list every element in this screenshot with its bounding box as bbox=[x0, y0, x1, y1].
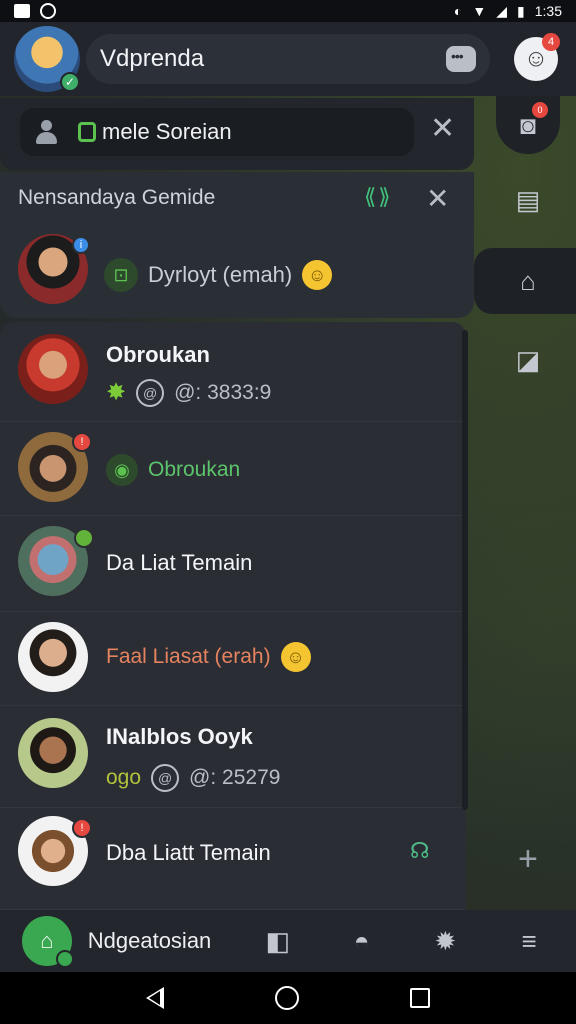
recents-icon[interactable] bbox=[410, 988, 431, 1008]
rail-home-button[interactable]: ⌂ bbox=[496, 249, 560, 313]
notification-icon bbox=[14, 4, 30, 18]
list-item[interactable]: Faal Liasat (erah) ☺ bbox=[0, 612, 466, 706]
user-icon bbox=[34, 120, 58, 144]
friends-list: Obroukan ✸ @ @: 3833:9 ! ◉ Obroukan Da L… bbox=[0, 322, 466, 910]
call-icon[interactable]: ☊ bbox=[410, 838, 430, 864]
profile-icon[interactable]: ◓ bbox=[337, 921, 387, 961]
avatar bbox=[18, 622, 88, 692]
rail-list-button[interactable]: ▤ bbox=[496, 168, 560, 232]
smile-emoji-icon: ☺ bbox=[280, 642, 311, 672]
home-tab-button[interactable]: ⌂ bbox=[22, 916, 74, 968]
clock: 1:35 bbox=[534, 3, 562, 19]
list-item-name: Faal Liasat (erah) bbox=[106, 645, 271, 668]
game-icon: ⊡ bbox=[104, 258, 138, 292]
search-input[interactable]: mele Soreian bbox=[20, 108, 414, 156]
list-item-sub-prefix: ogo bbox=[106, 766, 142, 789]
settings-gear-icon[interactable]: ✹ bbox=[420, 921, 470, 961]
search-value: mele Soreian bbox=[78, 119, 232, 145]
camera-icon bbox=[40, 3, 56, 19]
menu-icon[interactable]: ≡ bbox=[504, 921, 554, 961]
list-item[interactable]: INalblos Ooyk ogo @ @: 25279 bbox=[0, 706, 466, 808]
app-header: ✓ Vdprenda ☺ 4 bbox=[0, 22, 576, 96]
gear-icon: ✸ bbox=[106, 379, 127, 406]
page-title: Vdprenda bbox=[100, 45, 205, 72]
list-item-name: Dba Liatt Temain bbox=[106, 840, 271, 865]
bottom-bar-label: Ndgeatosian bbox=[87, 928, 212, 953]
system-nav-bar bbox=[0, 972, 576, 1024]
suggestion-title: Nensandaya Gemide bbox=[18, 186, 216, 209]
list-item[interactable]: ! Dba Liatt Temain ☊ bbox=[0, 808, 466, 910]
back-icon[interactable] bbox=[145, 987, 164, 1009]
rail-bot-button[interactable]: ◙ 0 bbox=[496, 96, 560, 154]
search-text: mele Soreian bbox=[102, 119, 232, 144]
list-item-status: ◉ Obroukan bbox=[106, 454, 240, 486]
signal-icon: ◢ bbox=[496, 2, 508, 19]
list-item[interactable]: Da Liat Temain bbox=[0, 516, 466, 612]
chat-home-icon: ⌂ bbox=[40, 928, 54, 953]
at-icon: @ bbox=[151, 764, 180, 792]
unread-badge-icon: ! bbox=[72, 818, 92, 838]
avatar bbox=[18, 718, 88, 788]
home-icon: ⌂ bbox=[520, 265, 536, 296]
status-dot-icon bbox=[55, 950, 74, 968]
list-item-name: INalblos Ooyk bbox=[106, 724, 253, 749]
close-search-icon[interactable]: ✕ bbox=[430, 114, 455, 144]
avatar[interactable]: i bbox=[18, 234, 90, 304]
list-item-status: ogo @ @: 25279 bbox=[106, 764, 280, 792]
tag-icon bbox=[78, 122, 96, 142]
home-circle-icon[interactable] bbox=[274, 986, 299, 1010]
list-item-sub: @: 3833:9 bbox=[174, 380, 272, 404]
list-item-status: Faal Liasat (erah) ☺ bbox=[106, 642, 311, 672]
smile-emoji-icon: ☺ bbox=[302, 260, 333, 290]
profile-avatar[interactable]: ✓ bbox=[14, 26, 80, 92]
list-item-status: ✸ @ @: 3833:9 bbox=[106, 378, 271, 407]
unread-badge-icon: ! bbox=[72, 432, 92, 452]
chart-icon: ◪ bbox=[515, 344, 541, 375]
search-panel: mele Soreian ✕ bbox=[0, 98, 474, 170]
close-suggestion-icon[interactable]: ✕ bbox=[426, 182, 449, 215]
list-item-name: Obroukan bbox=[148, 458, 241, 481]
list-icon: ▤ bbox=[515, 184, 541, 215]
list-scrollbar[interactable] bbox=[462, 330, 468, 810]
game-icon: ◉ bbox=[106, 454, 138, 486]
rail-bot-badge: 0 bbox=[532, 102, 548, 118]
status-bar: ◐ ▼ ◢ ▮ 1:35 bbox=[0, 0, 576, 22]
battery-icon: ▮ bbox=[517, 2, 525, 19]
online-badge-icon bbox=[74, 528, 94, 548]
notification-count-badge: 4 bbox=[542, 33, 560, 51]
list-item[interactable]: ! ◉ Obroukan bbox=[0, 422, 466, 516]
server-icon[interactable]: ◧ bbox=[253, 921, 303, 961]
wifi-icon: ▼ bbox=[472, 3, 487, 19]
header-title-pill[interactable]: Vdprenda bbox=[86, 34, 490, 84]
suggestion-card[interactable]: Nensandaya Gemide ⟪⟫ ✕ i ⊡ Dyrloyt (emah… bbox=[0, 172, 474, 318]
right-rail: ◙ 0 ▤ ⌂ ◪ bbox=[474, 96, 576, 910]
online-badge-icon: ✓ bbox=[60, 72, 80, 92]
at-icon: @ bbox=[136, 378, 165, 407]
chat-bubble-icon[interactable] bbox=[446, 46, 476, 72]
notifications-button[interactable]: ☺ 4 bbox=[514, 33, 560, 81]
swap-arrows-icon[interactable]: ⟪⟫ bbox=[364, 184, 392, 210]
list-item-sub: @: 25279 bbox=[189, 766, 281, 789]
suggestion-status: ⊡ Dyrloyt (emah) ☺ bbox=[104, 258, 333, 292]
avatar bbox=[18, 334, 88, 404]
smiley-icon: ☺ bbox=[523, 45, 549, 72]
add-icon[interactable]: + bbox=[518, 840, 538, 879]
suggestion-line-text: Dyrloyt (emah) bbox=[148, 262, 293, 287]
list-item-name: Da Liat Temain bbox=[106, 550, 253, 575]
list-item-name: Obroukan bbox=[106, 342, 210, 367]
list-item[interactable]: Obroukan ✸ @ @: 3833:9 bbox=[0, 322, 466, 422]
bottom-bar: ⌂ Ndgeatosian ◧ ◓ ✹ ≡ bbox=[0, 910, 576, 972]
vibrate-icon: ◐ bbox=[453, 3, 463, 19]
rail-stats-button[interactable]: ◪ bbox=[496, 328, 560, 392]
verified-badge-icon: i bbox=[72, 236, 90, 254]
